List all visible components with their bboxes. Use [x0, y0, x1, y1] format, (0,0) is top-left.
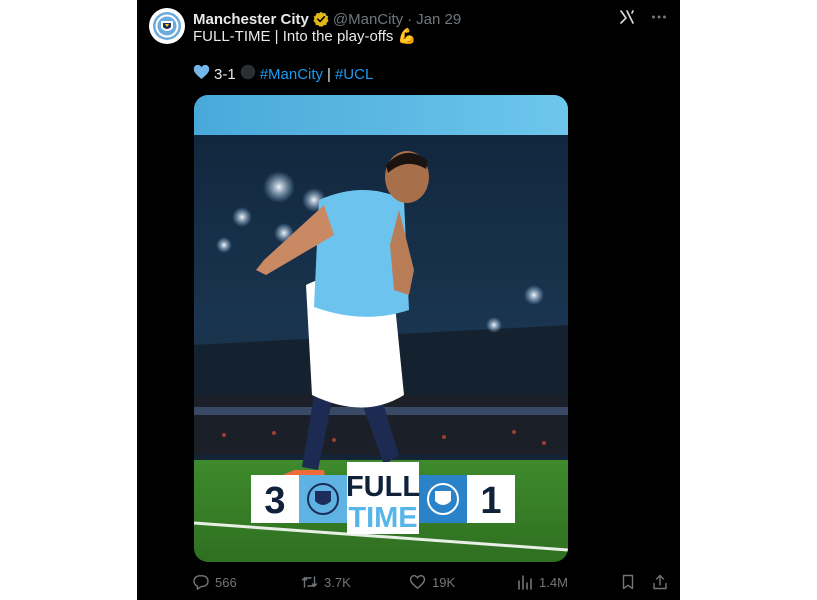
- manchester-city-crest-icon: [153, 12, 181, 40]
- grok-icon[interactable]: [618, 8, 636, 30]
- views-count: 1.4M: [539, 574, 568, 590]
- heart-icon: [409, 574, 426, 590]
- home-score: 3: [264, 480, 285, 522]
- views-chart-icon: [518, 575, 532, 590]
- more-options-icon[interactable]: [650, 8, 668, 30]
- bookmark-button[interactable]: [620, 574, 636, 590]
- black-circle-icon: [240, 64, 256, 86]
- action-bar: 566 3.7K 19K 1.4M: [193, 572, 668, 592]
- tweet-text-line2: 3-1 #ManCity | #UCL: [193, 64, 373, 86]
- share-button[interactable]: [652, 574, 668, 590]
- bookmark-icon: [622, 574, 634, 590]
- separator-dot: ·: [407, 10, 413, 28]
- like-button[interactable]: 19K: [409, 574, 517, 590]
- post-image[interactable]: 3 1 FULL TIME: [194, 95, 568, 562]
- author-handle[interactable]: @ManCity: [333, 11, 403, 28]
- repost-count: 3.7K: [324, 574, 351, 590]
- verified-gold-badge-icon: [313, 11, 329, 27]
- tweet-header: Manchester City @ManCity · Jan 29: [193, 9, 668, 29]
- tweet-text-line1: FULL-TIME | Into the play-offs 💪: [193, 28, 417, 45]
- tweet[interactable]: Manchester City @ManCity · Jan 29 FULL-T…: [137, 0, 680, 600]
- hashtag-separator: |: [327, 66, 331, 83]
- hashtag-ucl[interactable]: #UCL: [335, 65, 373, 85]
- time-label: TIME: [348, 502, 417, 534]
- author-name[interactable]: Manchester City: [193, 11, 309, 28]
- reply-button[interactable]: 566: [193, 574, 301, 590]
- reply-count: 566: [215, 574, 237, 590]
- reply-icon: [193, 575, 209, 590]
- avatar[interactable]: [149, 8, 185, 44]
- hashtag-mancity[interactable]: #ManCity: [260, 65, 323, 85]
- score-text: 3-1: [214, 66, 236, 83]
- like-count: 19K: [432, 574, 456, 590]
- repost-icon: [301, 576, 318, 588]
- views-button[interactable]: 1.4M: [517, 574, 613, 590]
- header-actions: [618, 9, 668, 29]
- full-label: FULL: [346, 471, 420, 503]
- repost-button[interactable]: 3.7K: [301, 574, 409, 590]
- away-score: 1: [480, 480, 501, 522]
- post-date[interactable]: Jan 29: [416, 11, 461, 28]
- blue-heart-icon: [193, 64, 210, 86]
- share-icon: [653, 574, 667, 590]
- match-graphic: 3 1 FULL TIME: [194, 95, 568, 562]
